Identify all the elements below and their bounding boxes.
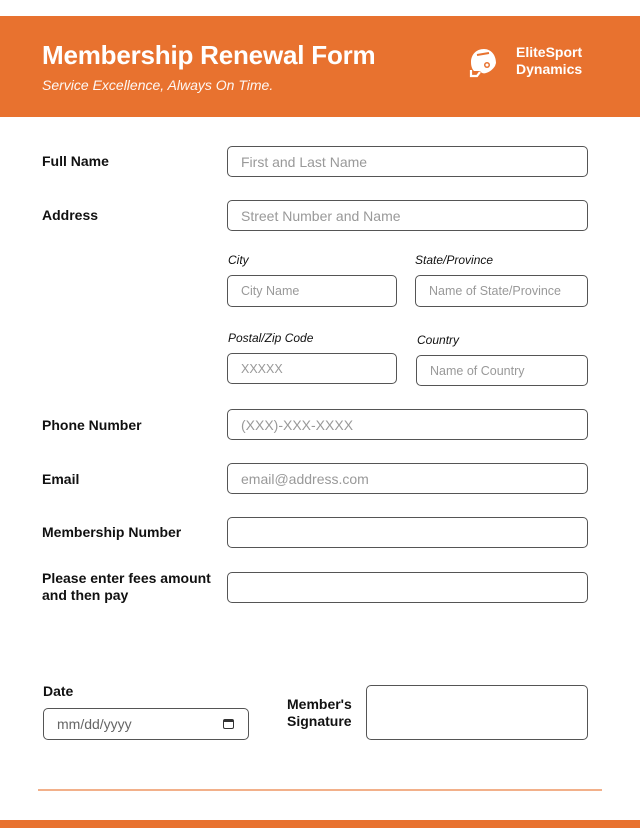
full-name-input[interactable]: First and Last Name <box>227 146 588 177</box>
phone-label: Phone Number <box>42 417 142 433</box>
state-label: State/Province <box>415 253 494 267</box>
form-header: Membership Renewal Form Service Excellen… <box>0 16 640 117</box>
fees-label: Please enter fees amount and then pay <box>42 570 211 603</box>
form-title: Membership Renewal Form <box>42 40 376 70</box>
date-placeholder: mm/dd/yyyy <box>57 716 132 732</box>
footer-bar <box>0 820 640 828</box>
divider <box>38 789 602 791</box>
brand-logo: EliteSport Dynamics <box>468 44 598 84</box>
email-input[interactable]: email@address.com <box>227 463 588 494</box>
date-input[interactable]: mm/dd/yyyy <box>43 708 249 740</box>
country-input[interactable]: Name of Country <box>416 355 588 386</box>
phone-input[interactable]: (XXX)-XXX-XXXX <box>227 409 588 440</box>
membership-number-input[interactable] <box>227 517 588 548</box>
postal-code-label: Postal/Zip Code <box>228 331 314 345</box>
city-input[interactable]: City Name <box>227 275 397 307</box>
address-label: Address <box>42 207 99 223</box>
brand-name: EliteSport Dynamics <box>516 44 583 77</box>
football-helmet-icon <box>469 49 496 78</box>
city-label: City <box>228 253 249 267</box>
calendar-icon[interactable] <box>223 719 234 729</box>
signature-label: Member's Signature <box>287 696 352 729</box>
full-name-label: Full Name <box>42 153 109 169</box>
country-label: Country <box>417 333 460 347</box>
postal-code-input[interactable]: XXXXX <box>227 353 397 384</box>
street-address-input[interactable]: Street Number and Name <box>227 200 588 231</box>
signature-input[interactable] <box>366 685 588 740</box>
fees-amount-input[interactable] <box>227 572 588 603</box>
date-label: Date <box>43 683 74 699</box>
membership-number-label: Membership Number <box>42 524 182 540</box>
email-label: Email <box>42 471 80 487</box>
form-subtitle: Service Excellence, Always On Time. <box>42 77 274 93</box>
state-input[interactable]: Name of State/Province <box>415 275 588 307</box>
